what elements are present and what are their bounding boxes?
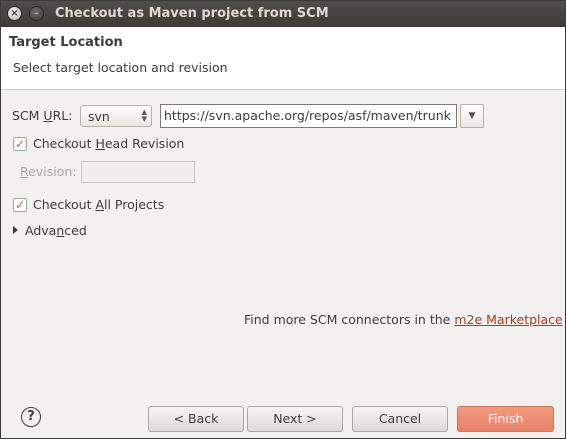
checkout-head-label: Checkout Head Revision bbox=[33, 136, 185, 151]
title-bar[interactable]: × – Checkout as Maven project from SCM bbox=[1, 1, 565, 27]
back-button[interactable]: < Back bbox=[148, 406, 244, 432]
expand-triangle-icon[interactable] bbox=[13, 226, 18, 234]
page-title: Target Location bbox=[9, 35, 123, 50]
advanced-toggle[interactable]: Advanced bbox=[25, 223, 87, 238]
wizard-header: Target Location Select target location a… bbox=[1, 27, 565, 90]
checkout-head-checkbox[interactable]: ✓ bbox=[13, 137, 27, 151]
marketplace-link[interactable]: m2e Marketplace bbox=[454, 312, 562, 327]
minimize-icon[interactable]: – bbox=[29, 6, 44, 21]
scm-type-select[interactable]: svn ▲ ▼ bbox=[80, 105, 152, 127]
revision-label: Revision: bbox=[20, 164, 77, 179]
checkout-all-checkbox[interactable]: ✓ bbox=[13, 198, 27, 212]
marketplace-text: Find more SCM connectors in the m2e Mark… bbox=[244, 312, 563, 327]
checkout-all-label: Checkout All Projects bbox=[33, 197, 165, 212]
next-button[interactable]: Next > bbox=[247, 406, 343, 432]
dialog-window: × – Checkout as Maven project from SCM T… bbox=[0, 0, 566, 439]
revision-input[interactable] bbox=[81, 161, 195, 183]
scm-url-label: SCM URL: bbox=[12, 108, 73, 123]
finish-button[interactable]: Finish bbox=[457, 406, 554, 432]
page-subtitle: Select target location and revision bbox=[13, 60, 228, 75]
help-icon[interactable]: ? bbox=[21, 407, 41, 427]
close-icon[interactable]: × bbox=[7, 6, 22, 21]
url-history-dropdown[interactable]: ▼ bbox=[460, 104, 484, 128]
window-title: Checkout as Maven project from SCM bbox=[55, 6, 329, 21]
marketplace-prefix: Find more SCM connectors in the bbox=[244, 312, 451, 327]
scm-type-value: svn bbox=[88, 109, 110, 124]
scm-url-input[interactable]: https://svn.apache.org/repos/asf/maven/t… bbox=[160, 104, 457, 128]
cancel-button[interactable]: Cancel bbox=[352, 406, 448, 432]
chevron-down-icon: ▼ bbox=[468, 111, 476, 121]
spin-arrows-icon: ▲ ▼ bbox=[141, 108, 147, 123]
